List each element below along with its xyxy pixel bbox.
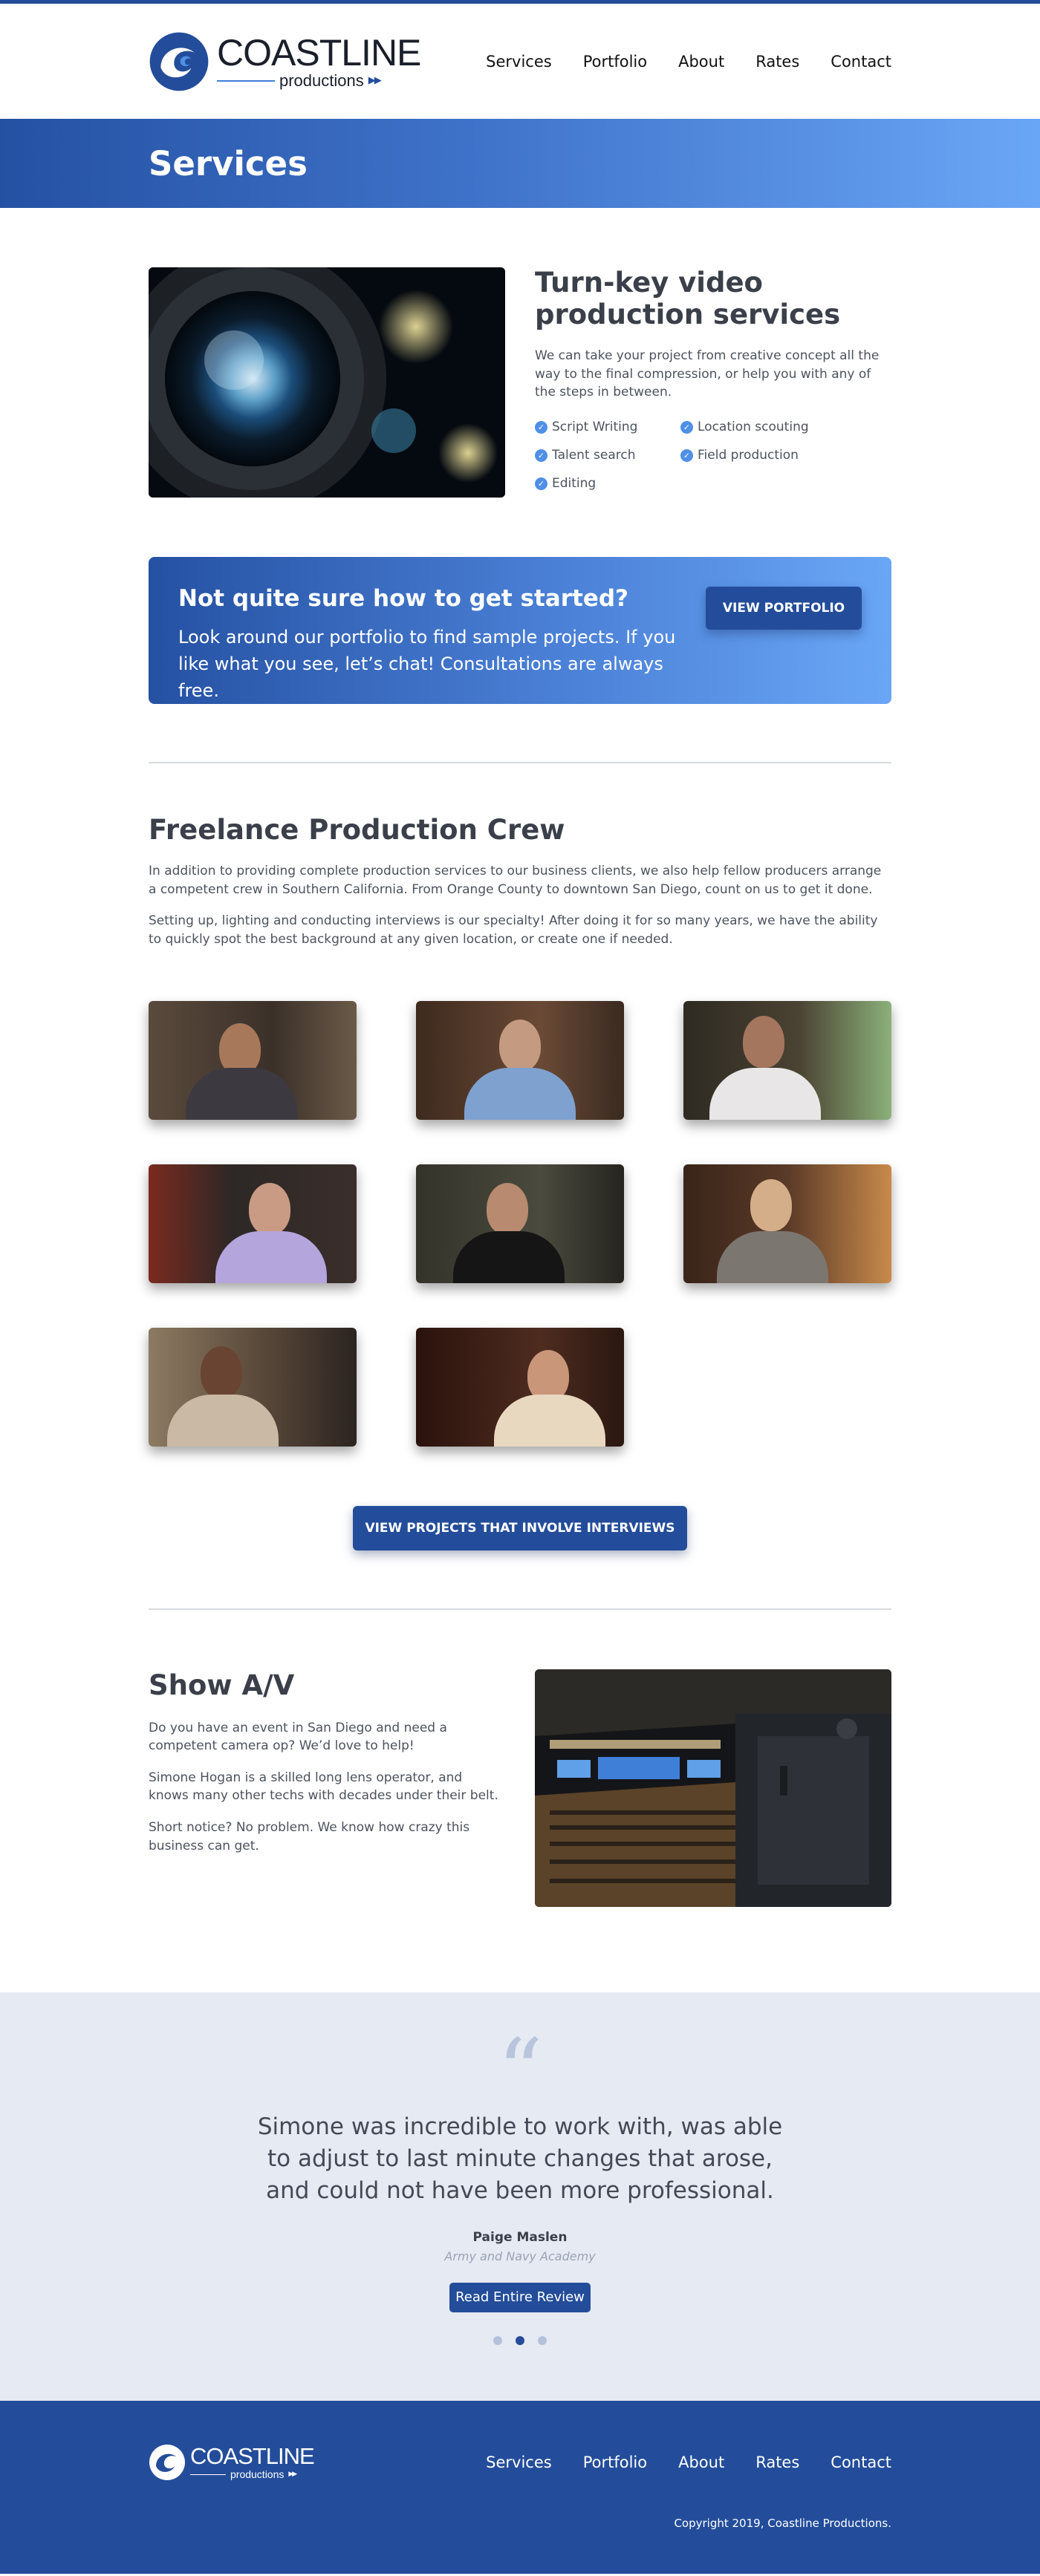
interview-thumbnail[interactable] [416, 1164, 624, 1283]
intro-heading: Turn-key video production services [535, 267, 841, 330]
check-icon: ✓ [535, 449, 547, 462]
crew-heading: Freelance Production Crew [149, 814, 565, 846]
logo-line [217, 79, 275, 82]
site-footer: COASTLINE productions ▶▶ Services Portfo… [0, 2400, 1040, 2574]
show-paragraph: Do you have an event in San Diego and ne… [149, 1720, 447, 1754]
site-header: COASTLINE productions ▶▶ Services Portfo… [149, 4, 891, 119]
page-banner: Services [0, 119, 1040, 208]
footer-logo-arrows-icon: ▶▶ [288, 2470, 297, 2478]
crew-paragraph: Setting up, lighting and conducting inte… [149, 913, 878, 947]
feature-label: Editing [552, 476, 597, 492]
logo-title: COASTLINE [217, 31, 421, 74]
interview-thumbnail[interactable] [683, 1164, 891, 1283]
nav-services[interactable]: Services [486, 53, 552, 71]
footer-logo-line [190, 2474, 226, 2475]
feature-label: Script Writing [552, 420, 638, 435]
feature-list: ✓ Script Writing ✓ Location scouting ✓ T… [535, 420, 891, 491]
copyright-text: Copyright 2019, Coastline Productions. [674, 2516, 891, 2530]
nav-portfolio[interactable]: Portfolio [583, 53, 647, 71]
interview-thumbnail[interactable] [416, 1327, 624, 1447]
check-icon: ✓ [535, 477, 547, 490]
interview-thumbnail[interactable] [416, 1000, 624, 1120]
page-title: Services [149, 143, 308, 183]
footer-nav-contact[interactable]: Contact [831, 2453, 891, 2471]
main-nav: Services Portfolio About Rates Contact [486, 53, 891, 71]
logo-wordmark: COASTLINE productions ▶▶ [217, 31, 421, 90]
carousel-dot-active[interactable] [516, 2335, 524, 2345]
footer-nav-portfolio[interactable]: Portfolio [583, 2453, 647, 2471]
testimonial-quote: Simone was incredible to work with, was … [257, 2113, 783, 2205]
check-icon: ✓ [535, 420, 547, 434]
show-paragraph: Short notice? No problem. We know how cr… [149, 1820, 470, 1853]
check-icon: ✓ [680, 420, 693, 434]
logo-subtitle: productions [279, 71, 364, 90]
wave-logo-icon [149, 32, 209, 91]
show-paragraph: Simone Hogan is a skilled long lens oper… [149, 1770, 498, 1804]
interview-gallery [149, 1000, 891, 1447]
feature-label: Location scouting [698, 420, 809, 435]
services-intro: Turn-key video production services We ca… [149, 267, 891, 498]
quote-icon: “ [497, 2020, 543, 2124]
read-review-button[interactable]: Read Entire Review [449, 2282, 591, 2312]
footer-nav: Services Portfolio About Rates Contact [486, 2453, 891, 2471]
carousel-dot[interactable] [538, 2335, 547, 2345]
testimonial-section: “ Simone was incredible to work with, wa… [0, 1992, 1040, 2401]
nav-contact[interactable]: Contact [831, 53, 891, 71]
interview-thumbnail[interactable] [683, 1000, 891, 1120]
footer-logo[interactable]: COASTLINE productions ▶▶ [149, 2443, 315, 2481]
show-av-image [535, 1669, 891, 1907]
testimonial-organization: Army and Navy Academy [444, 2249, 596, 2263]
section-divider [149, 1608, 891, 1610]
section-divider [149, 762, 891, 763]
testimonial-author: Paige Maslen [472, 2229, 568, 2245]
crew-section: Freelance Production Crew In addition to… [149, 814, 891, 1551]
feature-item: ✓ Field production [680, 448, 826, 463]
feature-label: Talent search [552, 448, 636, 463]
logo-arrows-icon: ▶▶ [368, 75, 382, 86]
check-icon: ✓ [680, 449, 693, 462]
interview-thumbnail[interactable] [149, 1000, 357, 1120]
feature-item: ✓ Talent search [535, 448, 680, 463]
feature-label: Field production [698, 448, 799, 463]
nav-about[interactable]: About [678, 53, 724, 71]
footer-nav-services[interactable]: Services [486, 2453, 552, 2471]
interview-thumbnail[interactable] [149, 1164, 357, 1283]
feature-item: ✓ Script Writing [535, 420, 680, 434]
footer-nav-about[interactable]: About [678, 2453, 724, 2471]
interview-thumbnail[interactable] [149, 1327, 357, 1447]
intro-body: We can take your project from creative c… [535, 348, 880, 400]
carousel-dot[interactable] [493, 2335, 502, 2345]
show-av-section: Show A/V Do you have an event in San Die… [149, 1669, 891, 1907]
camera-lens-image [149, 267, 505, 498]
view-interview-projects-button[interactable]: VIEW PROJECTS THAT INVOLVE INTERVIEWS [353, 1505, 687, 1551]
logo[interactable]: COASTLINE productions ▶▶ [149, 31, 421, 92]
footer-logo-title: COASTLINE [190, 2443, 315, 2470]
footer-logo-subtitle: productions [230, 2468, 285, 2481]
view-portfolio-button[interactable]: VIEW PORTFOLIO [706, 587, 862, 630]
footer-nav-rates[interactable]: Rates [755, 2453, 799, 2471]
cta-heading: Not quite sure how to get started? [178, 585, 629, 612]
nav-rates[interactable]: Rates [755, 53, 799, 71]
cta-body: Look around our portfolio to find sample… [178, 627, 676, 701]
show-heading: Show A/V [149, 1669, 295, 1701]
wave-logo-icon [149, 2444, 185, 2480]
crew-paragraph: In addition to providing complete produc… [149, 864, 882, 897]
portfolio-cta: Not quite sure how to get started? Look … [149, 557, 891, 704]
carousel-dots [0, 2335, 1040, 2345]
feature-item: ✓ Editing [535, 476, 680, 491]
feature-item: ✓ Location scouting [680, 420, 826, 434]
